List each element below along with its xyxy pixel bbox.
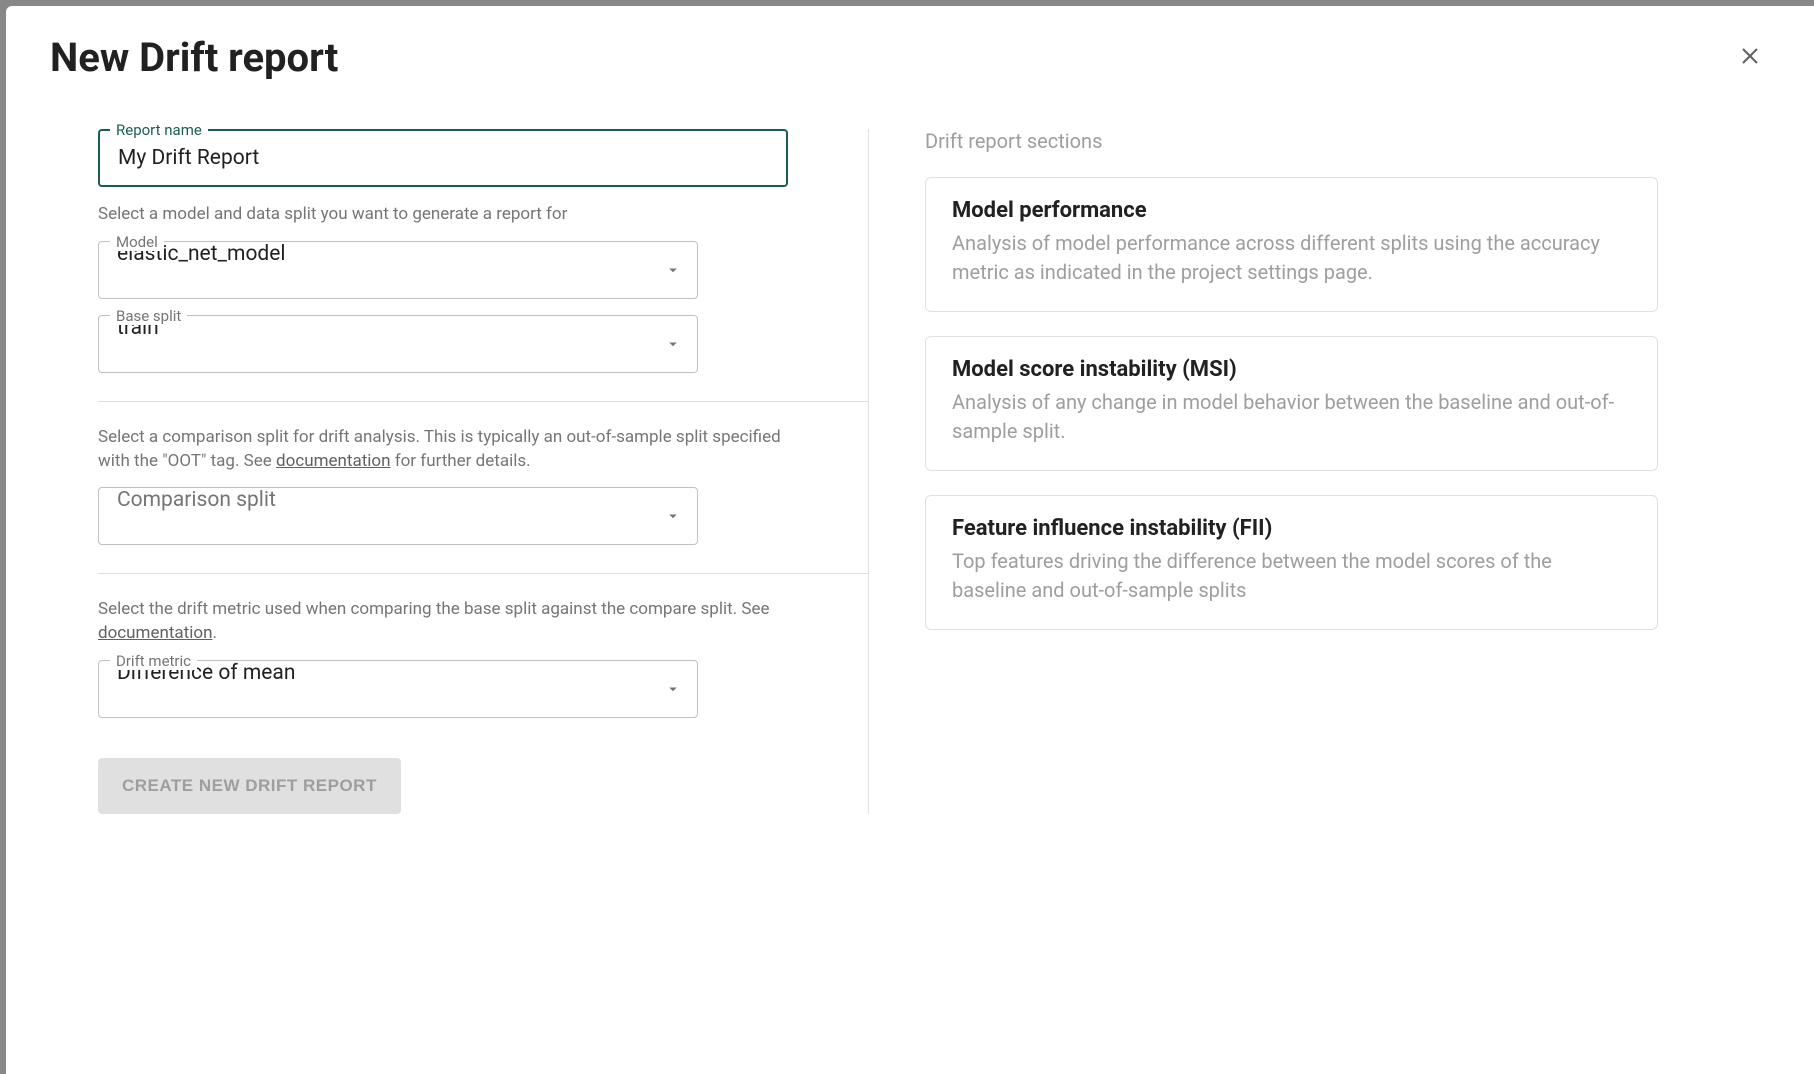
new-drift-report-modal: New Drift report Report name Select a mo…: [6, 6, 1814, 1074]
close-icon: [1738, 44, 1762, 71]
modal-header: New Drift report: [50, 34, 1770, 81]
modal-body: Report name Select a model and data spli…: [50, 129, 1770, 814]
model-select[interactable]: elastic_net_model: [98, 241, 698, 299]
section-desc: Top features driving the difference betw…: [952, 547, 1631, 605]
drift-metric-label: Drift metric: [110, 652, 197, 670]
create-drift-report-button[interactable]: CREATE NEW DRIFT REPORT: [98, 758, 401, 814]
drift-helper-text-post: .: [212, 623, 216, 643]
model-field: Model elastic_net_model: [98, 241, 698, 299]
section-card-fii: Feature influence instability (FII) Top …: [925, 495, 1658, 630]
section-card-model-performance: Model performance Analysis of model perf…: [925, 177, 1658, 312]
divider: [98, 401, 868, 402]
documentation-link[interactable]: documentation: [276, 451, 390, 471]
section-desc: Analysis of model performance across dif…: [952, 229, 1631, 287]
section-title: Model score instability (MSI): [952, 357, 1631, 382]
drift-metric-field: Drift metric Difference of mean: [98, 660, 698, 718]
base-split-label: Base split: [110, 307, 187, 325]
section-card-msi: Model score instability (MSI) Analysis o…: [925, 336, 1658, 471]
base-split-select[interactable]: train: [98, 315, 698, 373]
comparison-helper: Select a comparison split for drift anal…: [98, 426, 812, 474]
sections-title: Drift report sections: [925, 129, 1658, 153]
drift-helper-text-pre: Select the drift metric used when compar…: [98, 599, 770, 619]
comparison-helper-text-post: for further details.: [390, 451, 530, 471]
close-button[interactable]: [1730, 36, 1770, 79]
section-title: Model performance: [952, 198, 1631, 223]
report-name-field: Report name: [98, 129, 812, 187]
section-desc: Analysis of any change in model behavior…: [952, 388, 1631, 446]
modal-title: New Drift report: [50, 34, 338, 81]
model-label: Model: [110, 233, 164, 251]
comparison-split-field: Comparison split: [98, 487, 698, 545]
section-title: Feature influence instability (FII): [952, 516, 1631, 541]
sections-column: Drift report sections Model performance …: [868, 129, 1658, 814]
base-split-field: Base split train: [98, 315, 698, 373]
drift-metric-helper: Select the drift metric used when compar…: [98, 598, 812, 646]
documentation-link[interactable]: documentation: [98, 623, 212, 643]
model-split-helper: Select a model and data split you want t…: [98, 203, 812, 227]
divider: [98, 573, 868, 574]
comparison-split-select[interactable]: Comparison split: [98, 487, 698, 545]
form-column: Report name Select a model and data spli…: [98, 129, 868, 814]
report-name-label: Report name: [110, 121, 208, 139]
